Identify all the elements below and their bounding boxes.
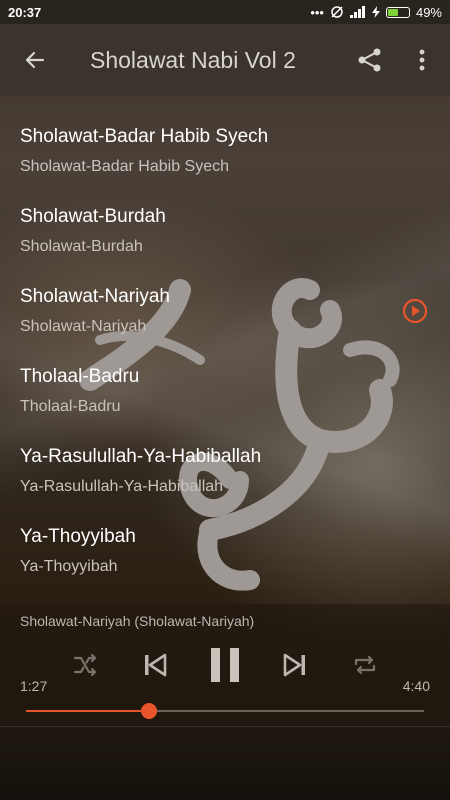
song-title: Ya-Rasulullah-Ya-Habiballah <box>20 446 262 467</box>
repeat-icon <box>354 655 376 675</box>
elapsed-time: 1:27 <box>20 678 48 694</box>
list-item[interactable]: Sholawat-Nariyah Sholawat-Nariyah <box>0 258 450 338</box>
page-title: Sholawat Nabi Vol 2 <box>90 46 296 73</box>
song-title: Sholawat-Burdah <box>20 206 166 227</box>
share-icon <box>358 48 381 72</box>
app-toolbar: Sholawat Nabi Vol 2 <box>0 24 450 96</box>
seek-bar[interactable] <box>26 710 424 712</box>
back-button[interactable] <box>0 24 70 96</box>
status-time: 20:37 <box>8 4 42 20</box>
shuffle-button[interactable] <box>70 650 100 680</box>
song-subtitle: Tholaal-Badru <box>20 398 121 415</box>
song-subtitle: Ya-Rasulullah-Ya-Habiballah <box>20 478 224 495</box>
song-title: Tholaal-Badru <box>20 366 140 387</box>
list-item[interactable]: Ya-Thoyyibah Ya-Thoyyibah <box>0 498 450 578</box>
notification-dots-icon: ••• <box>310 4 324 20</box>
signal-icon <box>349 6 365 18</box>
next-button[interactable] <box>280 649 310 681</box>
song-subtitle: Sholawat-Burdah <box>20 238 143 255</box>
previous-button[interactable] <box>140 649 170 681</box>
seek-progress <box>26 710 150 712</box>
song-subtitle: Sholawat-Badar Habib Syech <box>20 158 230 175</box>
sync-off-icon <box>331 6 343 18</box>
charging-icon <box>371 6 380 18</box>
seek-thumb[interactable] <box>141 703 158 719</box>
song-title: Ya-Thoyyibah <box>20 526 136 547</box>
list-item[interactable]: Ya-Rasulullah-Ya-Habiballah Ya-Rasululla… <box>0 418 450 498</box>
shuffle-icon <box>73 654 97 676</box>
status-bar: 20:37 ••• 49% <box>0 0 450 24</box>
player-panel: Sholawat-Nariyah (Sholawat-Nariyah) 1:27… <box>0 604 450 726</box>
more-options-button[interactable] <box>406 42 438 78</box>
bottom-bar <box>0 726 450 800</box>
skip-next-icon <box>283 653 305 677</box>
share-button[interactable] <box>352 42 388 78</box>
repeat-button[interactable] <box>350 650 380 680</box>
skip-previous-icon <box>145 653 167 677</box>
pause-icon <box>211 648 239 682</box>
song-title: Sholawat-Nariyah <box>20 286 170 307</box>
arrow-left-icon <box>25 51 45 69</box>
more-vertical-icon <box>419 49 425 71</box>
total-duration: 4:40 <box>402 678 430 694</box>
battery-percent: 49% <box>415 4 442 20</box>
list-item[interactable]: Tholaal-Badru Tholaal-Badru <box>0 338 450 418</box>
song-subtitle: Sholawat-Nariyah <box>20 318 147 335</box>
now-playing-text: Sholawat-Nariyah (Sholawat-Nariyah) <box>20 613 255 629</box>
song-subtitle: Ya-Thoyyibah <box>20 558 118 575</box>
battery-icon <box>385 6 410 18</box>
pause-button[interactable] <box>205 644 245 686</box>
now-playing-icon[interactable] <box>402 298 428 324</box>
song-title: Sholawat-Badar Habib Syech <box>20 126 269 147</box>
list-item[interactable]: Sholawat-Badar Habib Syech Sholawat-Bada… <box>0 98 450 178</box>
list-item[interactable]: Sholawat-Burdah Sholawat-Burdah <box>0 178 450 258</box>
song-list: Sholawat-Badar Habib Syech Sholawat-Bada… <box>0 98 450 578</box>
